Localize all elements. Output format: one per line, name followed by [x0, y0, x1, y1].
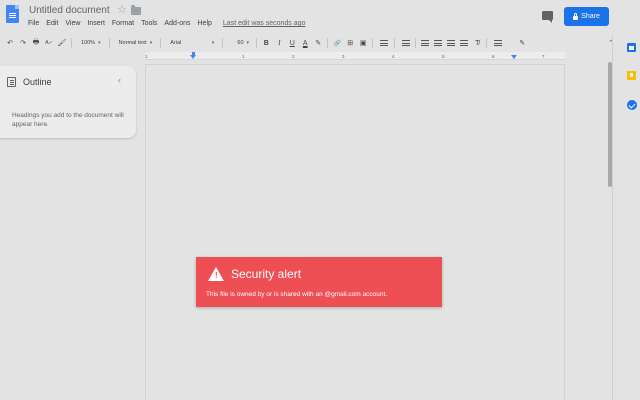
separator	[327, 38, 329, 48]
menu-insert[interactable]: Insert	[87, 20, 105, 27]
decrease-indent-icon[interactable]	[446, 36, 456, 50]
add-comment-icon[interactable]: ⊞	[345, 36, 355, 50]
numbered-list-icon[interactable]	[420, 36, 430, 50]
alert-message: This file is owned by or is shared with …	[206, 291, 388, 298]
ruler-right-margin-marker[interactable]	[511, 55, 517, 59]
docs-logo-icon[interactable]	[6, 5, 19, 23]
separator	[486, 38, 488, 48]
ruler-tick: 5	[442, 54, 445, 59]
editing-mode-icon[interactable]: ✎	[517, 36, 527, 50]
align-icon[interactable]	[379, 36, 389, 50]
security-alert: ! Security alert This file is owned by o…	[196, 257, 442, 307]
text-color-icon[interactable]: A	[300, 36, 310, 50]
ruler-tick: 7	[542, 54, 545, 59]
separator	[256, 38, 258, 48]
comment-history-icon[interactable]	[542, 11, 553, 23]
menu-bar: File Edit View Insert Format Tools Add-o…	[28, 20, 305, 27]
ruler[interactable]: 1 1 2 3 4 5 6 7	[145, 52, 565, 60]
paint-format-icon[interactable]: 🖌	[57, 36, 67, 50]
star-icon[interactable]: ☆	[117, 4, 127, 16]
side-panel	[612, 34, 640, 400]
last-edit-link[interactable]: Last edit was seconds ago	[223, 20, 306, 27]
menu-file[interactable]: File	[28, 20, 39, 27]
insert-image-icon[interactable]: ▣	[358, 36, 368, 50]
document-page[interactable]	[145, 64, 565, 400]
outline-hint: Headings you add to the document will ap…	[12, 112, 124, 128]
menu-view[interactable]: View	[65, 20, 80, 27]
menu-tools[interactable]: Tools	[141, 20, 157, 27]
ruler-tick: 6	[492, 54, 495, 59]
ruler-tick: 1	[145, 54, 148, 59]
italic-icon[interactable]: I	[274, 36, 284, 50]
increase-indent-icon[interactable]	[459, 36, 469, 50]
outline-close-icon[interactable]: ‹	[118, 75, 121, 85]
input-tools-icon[interactable]	[493, 36, 503, 50]
font-size-select[interactable]: 60	[234, 36, 252, 50]
tasks-icon[interactable]	[627, 100, 637, 110]
separator	[160, 38, 162, 48]
separator	[222, 38, 224, 48]
zoom-select[interactable]: 100%	[81, 36, 101, 50]
ruler-tick: 4	[392, 54, 395, 59]
bulleted-list-icon[interactable]	[433, 36, 443, 50]
clear-formatting-icon[interactable]: T̸	[472, 36, 482, 50]
outline-icon	[7, 77, 16, 87]
menu-format[interactable]: Format	[112, 20, 134, 27]
separator	[415, 38, 417, 48]
paragraph-style-select[interactable]: Normal text	[119, 36, 153, 50]
spellcheck-icon[interactable]: A✓	[44, 36, 54, 50]
ruler-tick: 2	[292, 54, 295, 59]
outline-title: Outline	[23, 77, 52, 87]
ruler-tick: 1	[242, 54, 245, 59]
lock-icon	[573, 12, 579, 20]
separator	[71, 38, 72, 48]
share-button[interactable]: Share	[564, 7, 609, 26]
font-select[interactable]: Arial	[170, 36, 214, 50]
alert-title: Security alert	[231, 267, 302, 281]
separator	[372, 38, 374, 48]
redo-icon[interactable]: ↷	[18, 36, 28, 50]
underline-icon[interactable]: U	[287, 36, 297, 50]
link-icon[interactable]: 🔗	[332, 36, 342, 50]
undo-icon[interactable]: ↶	[5, 36, 15, 50]
separator	[394, 38, 396, 48]
calendar-icon[interactable]	[627, 43, 636, 52]
toolbar: ↶ ↷ 🖶 A✓ 🖌 100% Normal text Arial 60 B I…	[0, 35, 612, 51]
line-spacing-icon[interactable]	[401, 36, 411, 50]
menu-edit[interactable]: Edit	[46, 20, 58, 27]
outline-panel: Outline ‹ Headings you add to the docume…	[0, 66, 136, 138]
header: Untitled document ☆ File Edit View Inser…	[0, 0, 640, 34]
bold-icon[interactable]: B	[261, 36, 271, 50]
menu-help[interactable]: Help	[198, 20, 212, 27]
warning-mark: !	[215, 271, 218, 280]
keep-icon[interactable]	[627, 71, 636, 80]
ruler-left-margin-marker[interactable]	[190, 55, 196, 59]
highlight-color-icon[interactable]: ✎	[313, 36, 323, 50]
print-icon[interactable]: 🖶	[31, 36, 41, 50]
share-label: Share	[581, 13, 600, 20]
folder-icon[interactable]	[131, 5, 141, 15]
ruler-tick: 3	[342, 54, 345, 59]
menu-addons[interactable]: Add-ons	[164, 20, 190, 27]
separator	[108, 38, 110, 48]
document-title[interactable]: Untitled document	[29, 5, 110, 16]
